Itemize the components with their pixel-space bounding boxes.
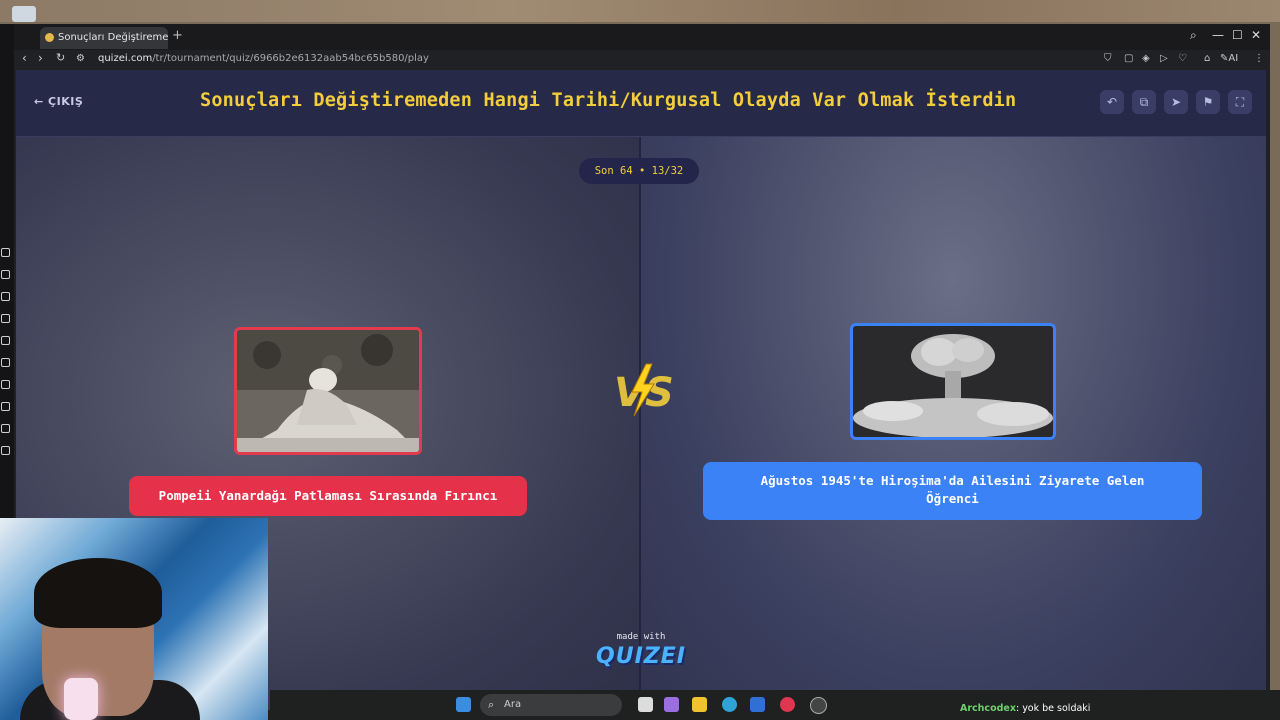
wallet-icon[interactable]: ⌂ [1204, 53, 1210, 64]
mushroom-cloud-image [853, 326, 1053, 437]
send-button[interactable]: ➤ [1164, 90, 1188, 114]
desktop-app-icon[interactable] [12, 6, 36, 22]
site-info-icon[interactable]: ⚙ [76, 53, 85, 64]
sidebar-app-icon[interactable] [1, 358, 10, 367]
ai-label: AI [1228, 53, 1239, 64]
report-button[interactable]: ⚑ [1196, 90, 1220, 114]
chat-text: : yok be soldaki [1015, 703, 1091, 714]
fullscreen-icon: ⛶ [1235, 95, 1245, 109]
fullscreen-button[interactable]: ⛶ [1228, 90, 1252, 114]
sidebar-app-icon[interactable] [1, 314, 10, 323]
tab-bar: Sonuçları Değiştiremeden + ⌕ — ☐ ✕ [0, 24, 1270, 50]
sidebar-app-icon[interactable] [1, 270, 10, 279]
back-arrow-icon: ← [34, 95, 49, 108]
exit-button[interactable]: ← ÇIKIŞ [34, 95, 83, 108]
taskbar: ⌕ Ara Archcodex: yok be soldaki [270, 690, 1280, 720]
webcam-overlay [0, 518, 268, 720]
maximize-button[interactable]: ☐ [1232, 28, 1243, 42]
screenshot-icon[interactable]: ▢ [1124, 53, 1133, 64]
pompeii-cast-image [237, 330, 419, 452]
address-bar-row: ‹ › ↻ ⚙ quizei.com/tr/tournament/quiz/69… [14, 50, 1270, 70]
tab-title: Sonuçları Değiştiremeden [58, 32, 168, 43]
copilot-icon[interactable] [664, 697, 679, 712]
undo-icon: ↶ [1106, 95, 1118, 109]
vs-emblem: VS [614, 363, 674, 417]
panel-divider [639, 137, 641, 710]
sidebar-app-icon[interactable] [1, 424, 10, 433]
made-with-text: made with [616, 632, 666, 642]
file-explorer-icon[interactable] [692, 697, 707, 712]
sidebar-app-icon[interactable] [1, 248, 10, 257]
minimize-button[interactable]: — [1212, 28, 1224, 42]
quizei-logo[interactable]: QUIZEI [596, 644, 686, 669]
forward-nav-icon[interactable]: › [38, 51, 43, 65]
opera-icon[interactable] [780, 697, 795, 712]
browser-tab[interactable]: Sonuçları Değiştiremeden [40, 27, 168, 49]
right-option-image[interactable] [850, 323, 1056, 440]
sidebar-app-icon[interactable] [1, 336, 10, 345]
share-icon: ⧉ [1139, 95, 1149, 109]
heart-icon[interactable]: ♡ [1178, 53, 1187, 64]
left-option-label[interactable]: Pompeii Yanardağı Patlaması Sırasında Fı… [129, 476, 527, 516]
webcam-light [64, 678, 98, 720]
new-tab-button[interactable]: + [172, 28, 183, 43]
obs-icon[interactable] [810, 697, 827, 714]
chat-message: Archcodex: yok be soldaki [960, 703, 1090, 714]
play-icon[interactable]: ▷ [1160, 53, 1168, 64]
taskbar-search[interactable]: ⌕ Ara [480, 694, 622, 716]
desktop-wallpaper [0, 0, 1280, 22]
back-nav-icon[interactable]: ‹ [22, 51, 27, 65]
chat-user: Archcodex [960, 703, 1016, 714]
undo-button[interactable]: ↶ [1100, 90, 1124, 114]
task-view-icon[interactable] [638, 697, 653, 712]
reload-icon[interactable]: ↻ [56, 51, 65, 64]
webcam-person-hair [34, 558, 162, 628]
share-button[interactable]: ⧉ [1132, 90, 1156, 114]
sidebar-icon-list [0, 248, 12, 468]
sidebar-app-icon[interactable] [1, 380, 10, 389]
start-icon[interactable] [456, 697, 471, 712]
menu-icon[interactable]: ⋮ [1254, 53, 1264, 64]
close-window-button[interactable]: ✕ [1251, 28, 1261, 42]
url-host: quizei.com [98, 53, 153, 64]
shield-icon[interactable]: ◈ [1142, 53, 1150, 64]
search-icon: ⌕ [488, 698, 495, 711]
right-option-label[interactable]: Ağustos 1945'te Hiroşima'da Ailesini Ziy… [703, 462, 1202, 520]
store-icon[interactable] [750, 697, 765, 712]
left-option-image[interactable] [234, 327, 422, 455]
favicon-icon [45, 33, 54, 42]
sidebar-app-icon[interactable] [1, 402, 10, 411]
url-path: /tr/tournament/quiz/6966b2e6132aab54bc65… [152, 53, 429, 64]
round-badge: Son 64 • 13/32 [579, 158, 699, 184]
sidebar-app-icon[interactable] [1, 292, 10, 301]
sidebar-app-icon[interactable] [1, 446, 10, 455]
quiz-title: Sonuçları Değiştiremeden Hangi Tarihi/Ku… [200, 90, 1017, 111]
quiz-header: ← ÇIKIŞ Sonuçları Değiştiremeden Hangi T… [16, 70, 1266, 137]
bookmark-icon[interactable]: ⛉ [1104, 53, 1112, 64]
exit-label: ÇIKIŞ [48, 95, 84, 108]
search-tabs-icon[interactable]: ⌕ [1190, 28, 1197, 43]
edge-icon[interactable] [722, 697, 737, 712]
send-icon: ➤ [1170, 95, 1182, 109]
search-placeholder: Ara [504, 699, 522, 710]
ai-icon[interactable]: ✎AI [1220, 53, 1238, 64]
flag-icon: ⚑ [1202, 95, 1214, 109]
url-field[interactable]: quizei.com/tr/tournament/quiz/6966b2e613… [98, 53, 429, 64]
